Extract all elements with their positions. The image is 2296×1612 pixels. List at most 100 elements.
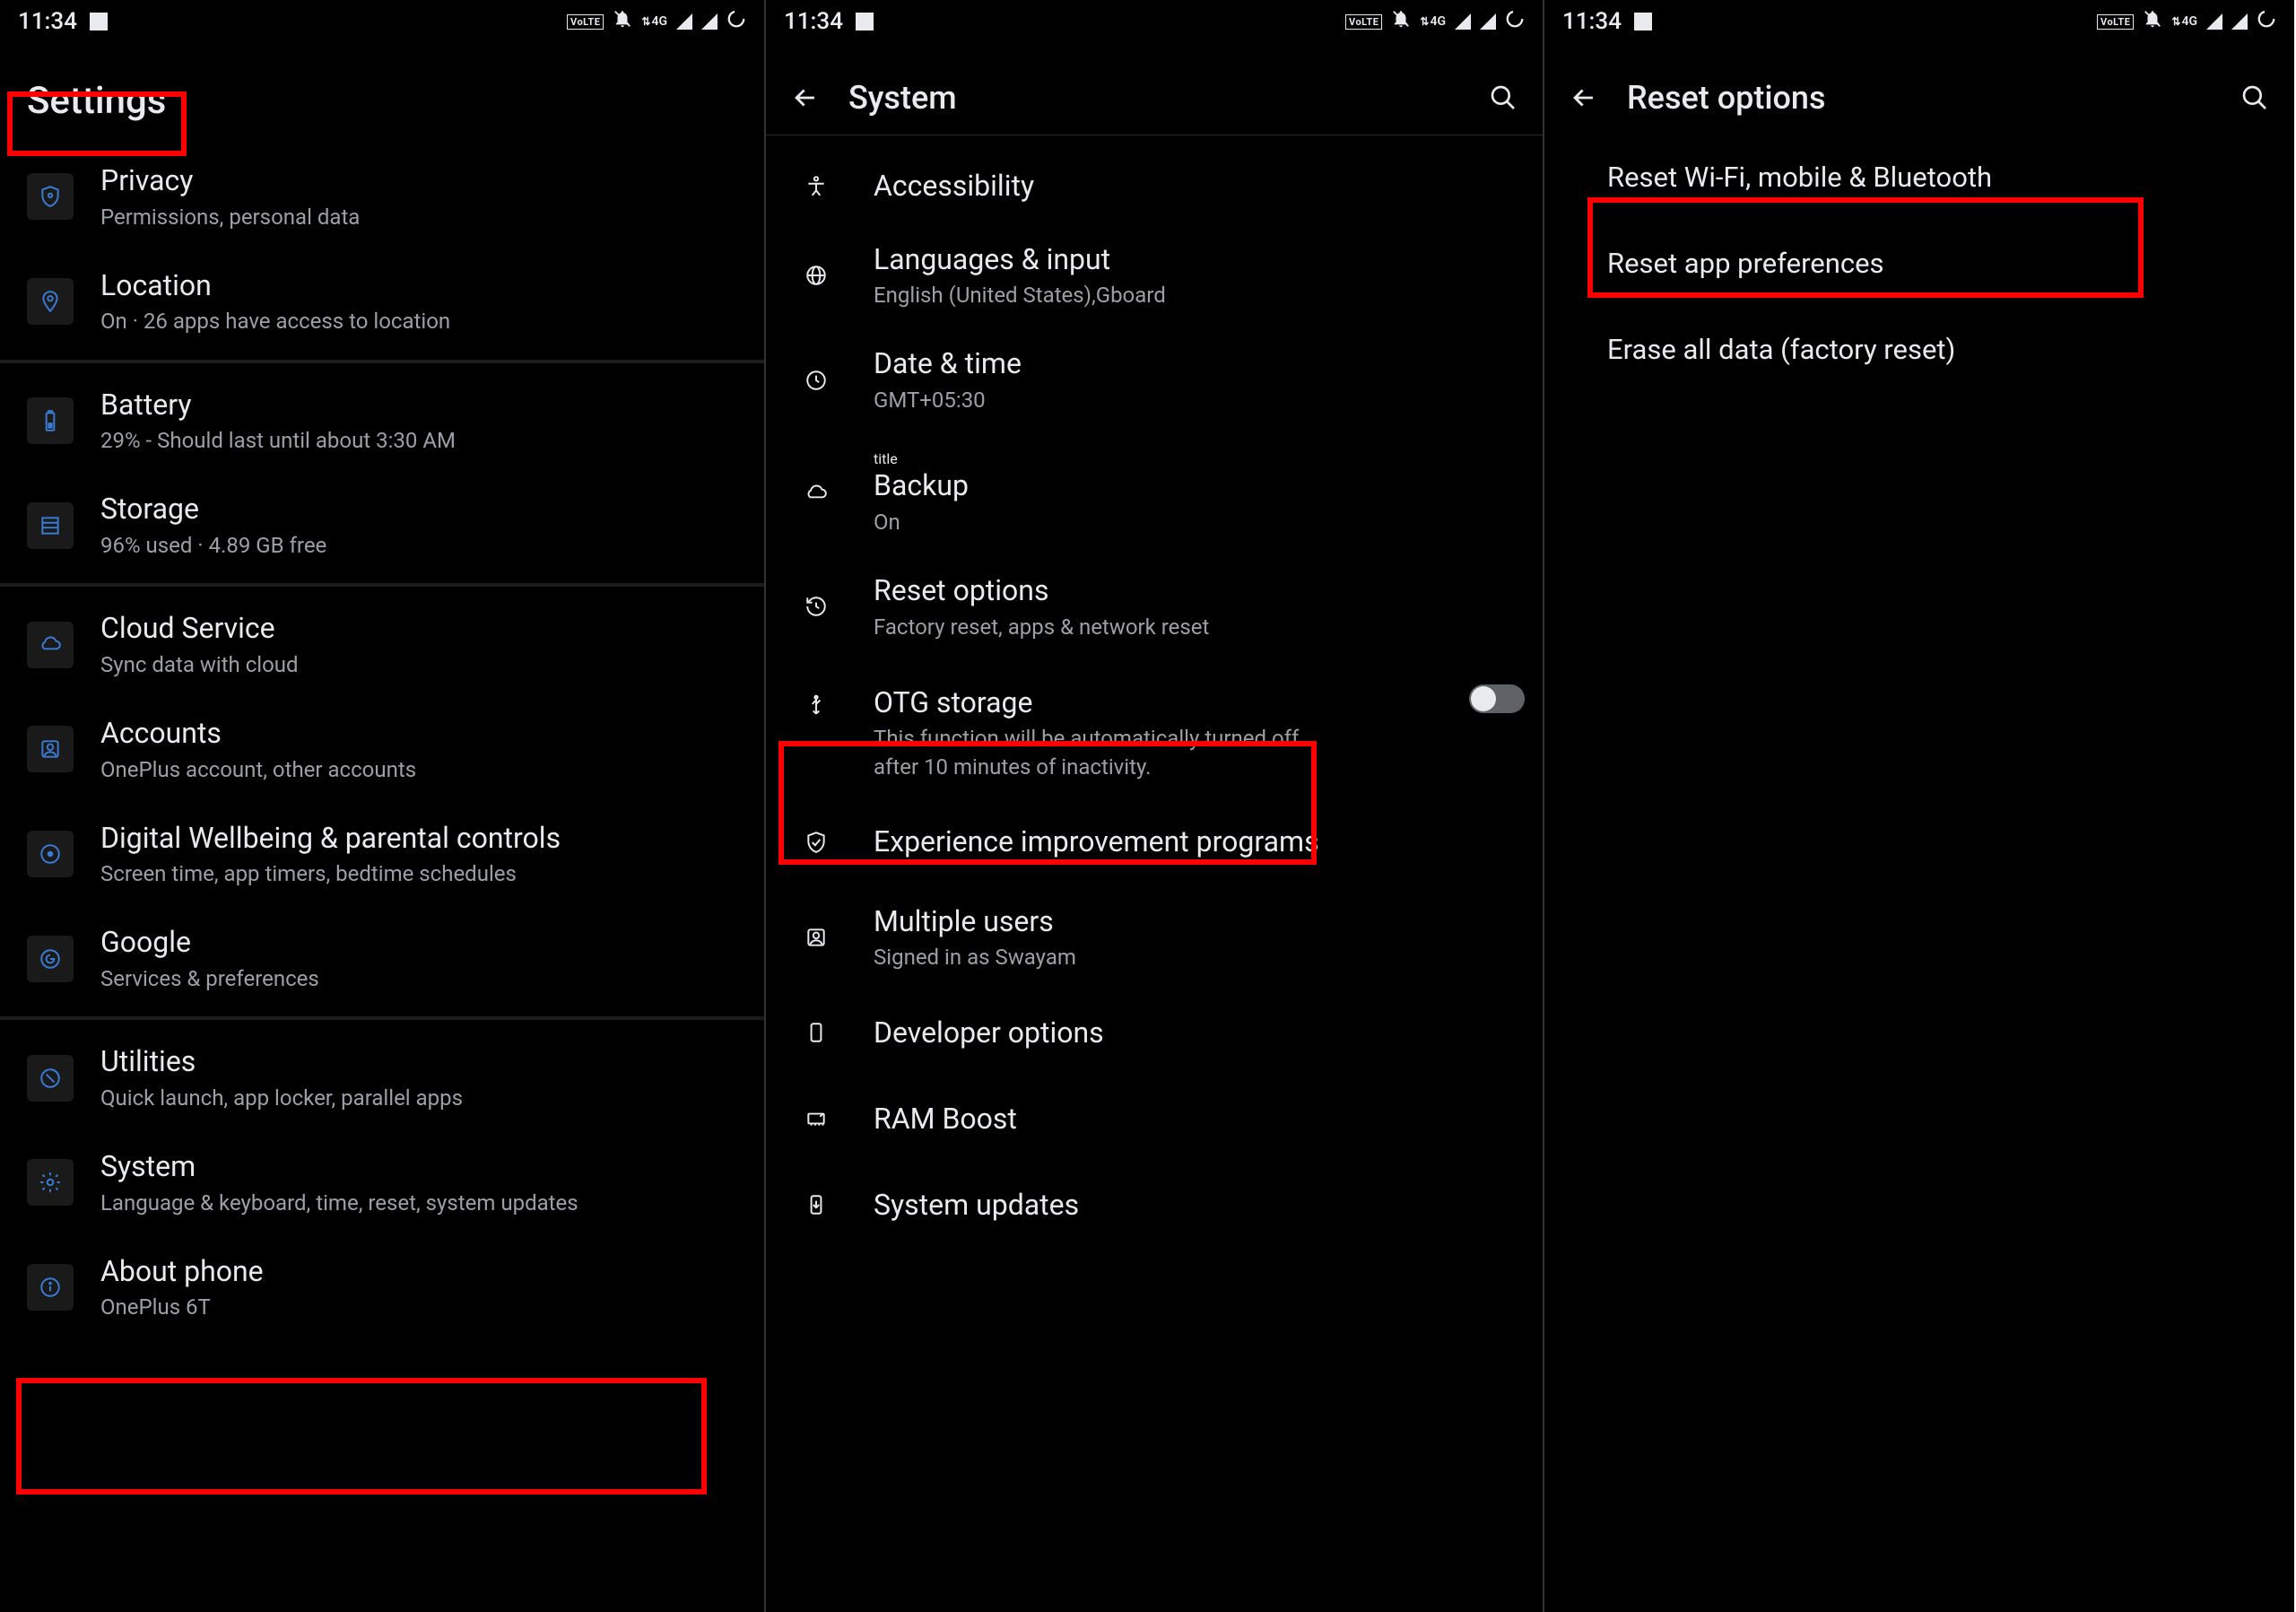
network-4g-icon: 4G (1420, 14, 1446, 29)
item-subtitle: Services & preferences (100, 965, 746, 993)
system-item-users[interactable]: Multiple users Signed in as Swayam (766, 885, 1543, 990)
system-item-languages[interactable]: Languages & input English (United States… (766, 223, 1543, 328)
settings-item-privacy[interactable]: Privacy Permissions, personal data (0, 144, 764, 249)
reset-item-network[interactable]: Reset Wi-Fi, mobile & Bluetooth (1544, 135, 2294, 221)
settings-item-google[interactable]: Google Services & preferences (0, 906, 764, 1011)
item-subtitle: OnePlus account, other accounts (100, 756, 746, 784)
settings-item-storage[interactable]: Storage 96% used · 4.89 GB free (0, 473, 764, 578)
system-item-experience[interactable]: Experience improvement programs (766, 799, 1543, 885)
item-title: Utilities (100, 1043, 746, 1081)
item-title: Reset options (874, 572, 1525, 610)
system-item-datetime[interactable]: Date & time GMT+05:30 (766, 327, 1543, 432)
item-subtitle: Sync data with cloud (100, 651, 746, 679)
accessibility-icon (800, 170, 832, 203)
search-button[interactable] (2237, 80, 2273, 116)
volte-icon: VoLTE (567, 14, 604, 30)
item-subtitle: Screen time, app timers, bedtime schedul… (100, 860, 746, 888)
item-title: Languages & input (874, 241, 1525, 279)
page-title: Reset options (1627, 79, 2212, 117)
notification-indicator-icon (90, 13, 108, 30)
item-subtitle: English (United States),Gboard (874, 282, 1525, 309)
loading-ring-icon (726, 8, 746, 35)
loading-ring-icon (2257, 8, 2276, 35)
network-4g-icon: 4G (641, 14, 667, 29)
item-title: Storage (100, 491, 746, 528)
item-subtitle: Permissions, personal data (100, 204, 746, 231)
item-title: Google (100, 924, 746, 962)
page-title: System (848, 79, 1460, 117)
history-icon (800, 590, 832, 623)
system-item-ram[interactable]: RAM Boost (766, 1076, 1543, 1162)
item-title: Developer options (874, 1015, 1525, 1052)
status-bar: 11:34 VoLTE 4G (766, 0, 1543, 43)
status-time: 11:34 (18, 8, 77, 35)
item-title: Cloud Service (100, 610, 746, 648)
item-subtitle: Language & keyboard, time, reset, system… (100, 1189, 746, 1217)
settings-item-about[interactable]: About phone OnePlus 6T (0, 1235, 764, 1340)
storage-icon (27, 502, 74, 549)
item-subtitle: Factory reset, apps & network reset (874, 614, 1525, 641)
item-title: Accounts (100, 715, 746, 753)
reset-item-factory[interactable]: Erase all data (factory reset) (1544, 307, 2294, 393)
settings-item-wellbeing[interactable]: Digital Wellbeing & parental controls Sc… (0, 802, 764, 907)
system-item-developer[interactable]: Developer options (766, 989, 1543, 1076)
back-button[interactable] (787, 80, 823, 116)
screen-settings: 11:34 VoLTE 4G Settings Privacy Permissi… (0, 0, 764, 1612)
item-title: About phone (100, 1253, 746, 1291)
search-button[interactable] (1485, 80, 1521, 116)
signal-icon (2206, 13, 2222, 30)
cloud-icon (800, 477, 832, 510)
info-icon (27, 1264, 74, 1311)
screen-system: 11:34 VoLTE 4G System Accessibility Lang… (764, 0, 1544, 1612)
item-subtitle: 96% used · 4.89 GB free (100, 532, 746, 560)
signal-icon (676, 13, 692, 30)
status-bar: 11:34 VoLTE 4G (0, 0, 764, 43)
download-icon (800, 1189, 832, 1221)
settings-item-battery[interactable]: Battery 29% - Should last until about 3:… (0, 369, 764, 474)
settings-item-utilities[interactable]: Utilities Quick launch, app locker, para… (0, 1025, 764, 1130)
system-item-updates[interactable]: System updates (766, 1162, 1543, 1248)
item-subtitle: This function will be automatically turn… (874, 725, 1322, 780)
google-icon (27, 936, 74, 982)
wellbeing-icon (27, 831, 74, 877)
shield-icon (27, 173, 74, 220)
back-button[interactable] (1566, 80, 1602, 116)
system-item-backup[interactable]: titleBackup On (766, 432, 1543, 554)
signal-icon-2 (2231, 13, 2248, 30)
status-time: 11:34 (1562, 8, 1622, 35)
settings-item-system[interactable]: System Language & keyboard, time, reset,… (0, 1130, 764, 1235)
divider (0, 1016, 764, 1020)
dnd-icon (2143, 8, 2162, 35)
clock-icon (800, 364, 832, 396)
system-item-reset[interactable]: Reset options Factory reset, apps & netw… (766, 554, 1543, 659)
signal-icon-2 (701, 13, 718, 30)
globe-icon (800, 259, 832, 292)
system-item-otg[interactable]: OTG storage This function will be automa… (766, 659, 1543, 799)
screen-reset-options: 11:34 VoLTE 4G Reset options Reset Wi-Fi… (1544, 0, 2294, 1612)
notification-indicator-icon (1634, 13, 1652, 30)
settings-item-cloud[interactable]: Cloud Service Sync data with cloud (0, 592, 764, 697)
settings-item-accounts[interactable]: Accounts OnePlus account, other accounts (0, 697, 764, 802)
gear-icon (27, 1159, 74, 1206)
volte-icon: VoLTE (1345, 14, 1382, 30)
battery-icon (27, 397, 74, 444)
item-title: Erase all data (factory reset) (1607, 332, 2267, 368)
signal-icon-2 (1480, 13, 1496, 30)
usb-icon (800, 690, 832, 722)
dnd-icon (613, 8, 632, 35)
page-header: Settings (0, 43, 764, 144)
divider (0, 360, 764, 363)
system-item-accessibility[interactable]: Accessibility (766, 135, 1543, 223)
users-icon (800, 921, 832, 954)
page-header: Reset options (1544, 43, 2294, 135)
network-4g-icon: 4G (2171, 14, 2197, 29)
item-title: Multiple users (874, 903, 1525, 941)
item-title: Date & time (874, 345, 1525, 383)
reset-item-app-prefs[interactable]: Reset app preferences (1544, 221, 2294, 307)
item-title: System (100, 1148, 746, 1186)
volte-icon: VoLTE (2097, 14, 2134, 30)
settings-item-location[interactable]: Location On · 26 apps have access to loc… (0, 249, 764, 354)
item-title: Reset Wi-Fi, mobile & Bluetooth (1607, 160, 2267, 196)
otg-toggle[interactable] (1469, 684, 1525, 713)
cloud-icon (27, 622, 74, 668)
